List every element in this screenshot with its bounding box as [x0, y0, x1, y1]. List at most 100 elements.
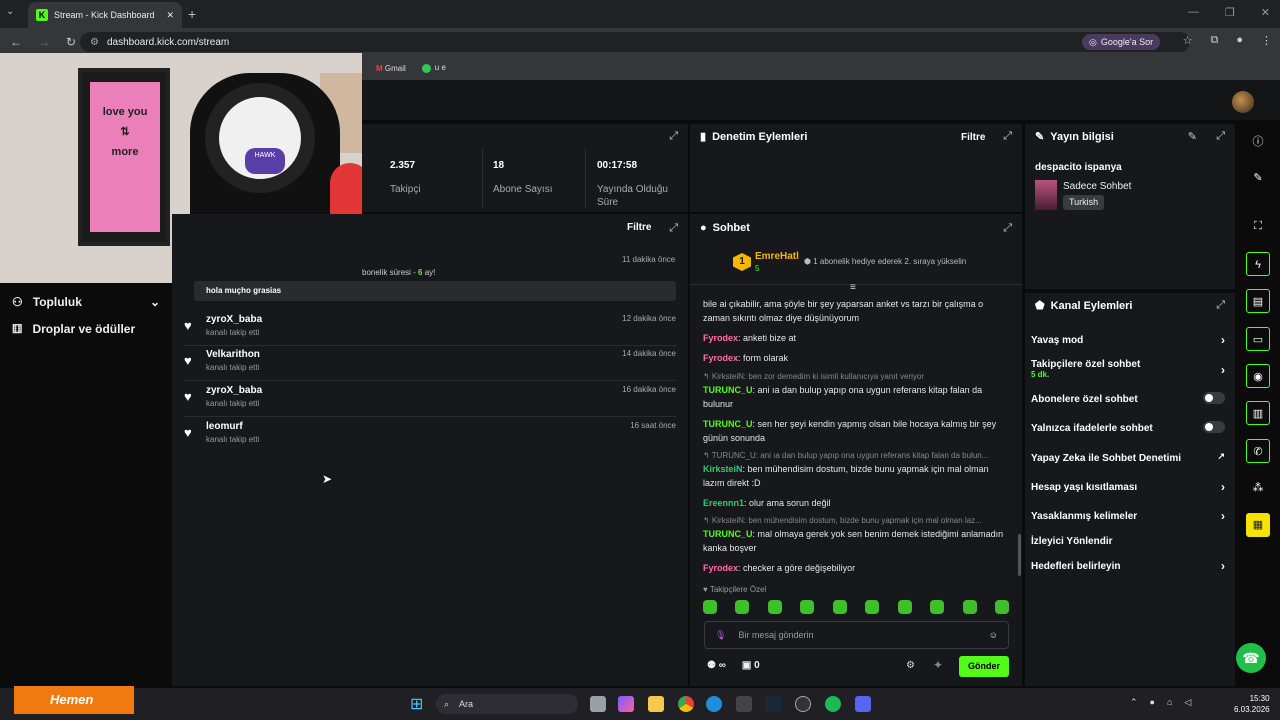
- address-bar[interactable]: ⚙ dashboard.kick.com/stream: [80, 32, 1190, 52]
- lightning-icon[interactable]: ϟ: [1246, 252, 1270, 276]
- back-icon[interactable]: ←: [10, 35, 22, 49]
- chat-username[interactable]: TURUNC_U: [703, 529, 753, 539]
- close-tab-icon[interactable]: ✕: [166, 10, 174, 21]
- extensions-icon[interactable]: ⧉: [1210, 34, 1218, 47]
- profile-icon[interactable]: ●: [1236, 34, 1243, 47]
- sidebar-item-topluluk[interactable]: ⚇ Topluluk ⌄: [12, 295, 160, 309]
- taskbar-search[interactable]: ⌕ Ara: [436, 694, 578, 714]
- chat-icon[interactable]: ▭: [1246, 327, 1270, 351]
- edge-icon[interactable]: [706, 696, 722, 712]
- clapper-icon[interactable]: ▦: [1246, 513, 1270, 537]
- expand-icon[interactable]: ⤢: [1003, 222, 1012, 235]
- raid-row[interactable]: İzleyici Yönlendir: [1031, 536, 1229, 547]
- subs-only-row[interactable]: Abonelere özel sohbet: [1031, 392, 1229, 405]
- layout-icon[interactable]: ▥: [1246, 401, 1270, 425]
- reload-icon[interactable]: ↻: [66, 35, 76, 49]
- emote-only-row[interactable]: Yalnızca ifadelerle sohbet: [1031, 421, 1229, 434]
- expand-icon[interactable]: ⤢: [1216, 299, 1225, 312]
- help-support-icon[interactable]: ☎: [1236, 643, 1266, 673]
- emote-icon[interactable]: [962, 600, 977, 614]
- mic-tray-icon[interactable]: ●: [1150, 697, 1155, 708]
- chat-input[interactable]: 🎙︎ Bir mesaj gönderin ☺: [704, 621, 1009, 649]
- file-explorer-icon[interactable]: [648, 696, 664, 712]
- followers-only-row[interactable]: Takipçilere özel sohbet 5 dk. ›: [1031, 359, 1229, 379]
- discord-icon[interactable]: [855, 696, 871, 712]
- banned-words-row[interactable]: Yasaklanmış kelimeler ›: [1031, 509, 1229, 523]
- store-counter[interactable]: ▣ 0: [742, 660, 760, 671]
- emote-icon[interactable]: [994, 600, 1009, 614]
- bookmark-star-icon[interactable]: ☆: [1183, 34, 1193, 47]
- emote-icon[interactable]: [897, 600, 912, 614]
- expand-icon[interactable]: ⤢: [1003, 130, 1012, 143]
- chat-username[interactable]: Fyrodex: [703, 333, 738, 343]
- edit-icon[interactable]: ✎: [1188, 130, 1197, 143]
- chrome-icon[interactable]: [678, 696, 694, 712]
- bookmark-gmail[interactable]: M Gmail: [376, 64, 406, 73]
- chat-username[interactable]: Fyrodex: [703, 353, 738, 363]
- subs-only-toggle[interactable]: [1203, 392, 1225, 404]
- chat-username[interactable]: KirksteiN: [703, 464, 743, 474]
- ai-moderation-row[interactable]: Yapay Zeka ile Sohbet Denetimi ↗: [1031, 451, 1229, 464]
- emote-icon[interactable]: [800, 600, 815, 614]
- channel-points[interactable]: ⚉ ∞: [707, 660, 726, 671]
- obs-icon[interactable]: [795, 696, 811, 712]
- info-icon[interactable]: ⓘ: [1246, 130, 1270, 154]
- stream-category[interactable]: Sadece Sohbet: [1063, 181, 1131, 192]
- chat-username[interactable]: TURUNC_U: [703, 419, 753, 429]
- spotify-icon[interactable]: [825, 696, 841, 712]
- task-view-icon[interactable]: [590, 696, 606, 712]
- copilot-icon[interactable]: [618, 696, 634, 712]
- goals-row[interactable]: Hedefleri belirleyin ›: [1031, 559, 1229, 573]
- document-icon[interactable]: ▤: [1246, 289, 1270, 313]
- google-sor-button[interactable]: ◎ Google'a Sor: [1082, 34, 1161, 50]
- emote-icon[interactable]: [735, 600, 750, 614]
- browser-tab[interactable]: K Stream - Kick Dashboard ✕: [28, 2, 182, 28]
- emote-icon[interactable]: [703, 600, 717, 614]
- forward-icon[interactable]: →: [38, 35, 50, 49]
- sidebar-item-droplar[interactable]: ⚅ Droplar ve ödüller: [12, 322, 135, 336]
- taskbar-clock[interactable]: 15:30 6.03.2026: [1234, 693, 1270, 715]
- close-window-icon[interactable]: ✕: [1261, 6, 1270, 19]
- expand-icon[interactable]: ⤢: [1216, 130, 1225, 143]
- maximize-icon[interactable]: ❐: [1225, 6, 1235, 19]
- tray-chevron-icon[interactable]: ⌃: [1130, 697, 1138, 708]
- chat-username[interactable]: Fyrodex: [703, 563, 738, 573]
- windows-start-icon[interactable]: ⊞: [410, 694, 423, 714]
- account-age-row[interactable]: Hesap yaşı kısıtlaması ›: [1031, 480, 1229, 494]
- broadcast-icon[interactable]: ◉: [1246, 364, 1270, 388]
- browser-menu-icon[interactable]: ⋮: [1261, 34, 1272, 47]
- emote-icon[interactable]: [767, 600, 782, 614]
- wrench-icon[interactable]: ✆: [1246, 439, 1270, 463]
- site-info-icon[interactable]: ⚙: [90, 37, 99, 48]
- volume-icon[interactable]: ◁: [1184, 697, 1191, 708]
- expand-icon[interactable]: ⤢: [669, 130, 678, 143]
- emote-only-toggle[interactable]: [1203, 421, 1225, 433]
- emote-icon[interactable]: [832, 600, 847, 614]
- pencil-icon[interactable]: ✎: [1246, 166, 1270, 190]
- store-icon[interactable]: [736, 696, 752, 712]
- network-icon[interactable]: ⌂: [1167, 697, 1172, 708]
- bookmark-ue[interactable]: u e: [421, 63, 446, 73]
- collapse-pinned-icon[interactable]: ≡: [850, 282, 856, 293]
- emote-icon[interactable]: [865, 600, 880, 614]
- chat-scrollbar[interactable]: [1018, 534, 1021, 576]
- activity-filter-button[interactable]: Filtre: [627, 222, 651, 233]
- minimize-icon[interactable]: —: [1188, 6, 1199, 19]
- chat-username[interactable]: Ereennn1: [703, 498, 744, 508]
- emote-icon[interactable]: [930, 600, 945, 614]
- fullscreen-icon[interactable]: ⛶: [1246, 214, 1270, 238]
- expand-icon[interactable]: ⤢: [669, 222, 678, 235]
- moderation-filter-button[interactable]: Filtre: [961, 132, 985, 143]
- tab-search-icon[interactable]: ⌄: [6, 6, 14, 17]
- new-tab-icon[interactable]: +: [188, 6, 196, 22]
- slow-mode-row[interactable]: Yavaş mod ›: [1031, 333, 1229, 347]
- pinned-user[interactable]: EmreHatl: [755, 251, 799, 262]
- emoji-icon[interactable]: ☺: [989, 630, 998, 640]
- community-icon[interactable]: ⁂: [1246, 476, 1270, 500]
- mod-tools-icon[interactable]: ✦: [933, 658, 943, 672]
- steam-icon[interactable]: [765, 696, 781, 712]
- promo-widget[interactable]: Hemen: [14, 686, 134, 714]
- chat-username[interactable]: TURUNC_U: [703, 385, 753, 395]
- settings-gear-icon[interactable]: ⚙: [906, 660, 915, 671]
- microphone-icon[interactable]: 🎙︎: [715, 630, 726, 641]
